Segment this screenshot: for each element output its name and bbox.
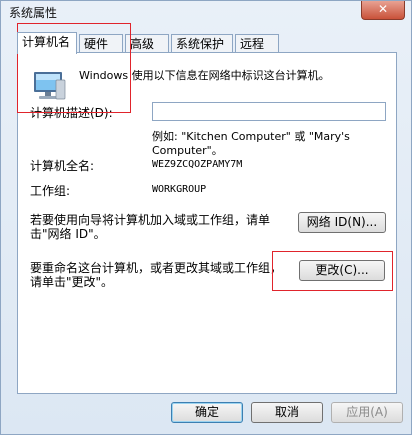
description-input[interactable]: [152, 102, 386, 121]
window-title: 系统属性: [9, 6, 58, 20]
network-id-button[interactable]: 网络 ID(N)...: [298, 212, 386, 233]
highlight-change-button: [272, 251, 393, 291]
tab-computer-name[interactable]: 计算机名: [17, 32, 77, 54]
system-properties-window: 系统属性 ✕ 计算机名 硬件 高级 系统保护 远程 Windows 使用以下信息…: [0, 0, 412, 435]
apply-button[interactable]: 应用(A): [331, 402, 403, 423]
workgroup-label: 工作组:: [30, 184, 71, 198]
tab-system-protection[interactable]: 系统保护: [171, 34, 233, 52]
full-name-label: 计算机全名:: [30, 159, 95, 173]
tab-advanced[interactable]: 高级: [125, 34, 169, 52]
rename-text-line2: 请单击"更改"。: [30, 275, 114, 289]
ok-button[interactable]: 确定: [171, 402, 243, 423]
tab-remote[interactable]: 远程: [235, 34, 279, 52]
network-id-text-line2: 击"网络 ID"。: [30, 227, 106, 241]
workgroup-value: WORKGROUP: [152, 184, 207, 195]
cancel-button[interactable]: 取消: [251, 402, 323, 423]
full-name-value: WEZ9ZCQOZPAMY7M: [152, 159, 243, 170]
example-text-line2: Computer"。: [152, 144, 223, 157]
close-button[interactable]: ✕: [361, 1, 405, 20]
